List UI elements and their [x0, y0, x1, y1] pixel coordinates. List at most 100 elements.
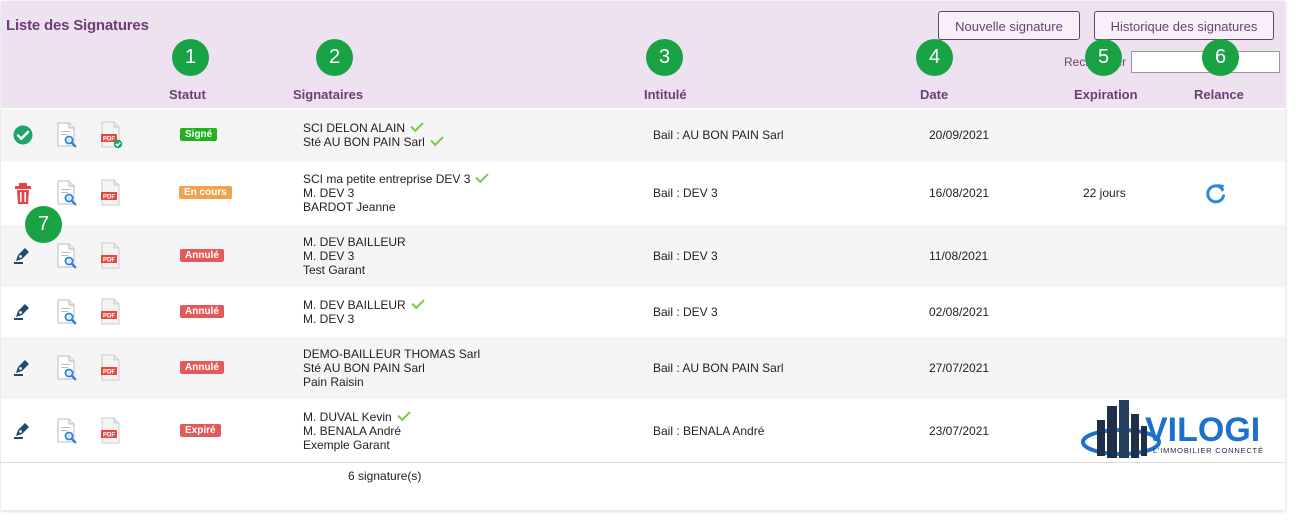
view-document-icon[interactable]	[55, 180, 79, 211]
status-badge: Annulé	[180, 249, 224, 262]
trash-icon[interactable]	[12, 182, 34, 211]
vilogi-logo: VILOGI L'IMMOBILIER CONNECTÉ	[1081, 400, 1264, 458]
column-header-intitule[interactable]: Intitulé	[644, 87, 687, 102]
signer-item: M. DUVAL Kevin	[303, 407, 411, 424]
pen-icon[interactable]	[12, 420, 32, 445]
annotation-marker-2: 2	[316, 39, 353, 76]
resend-reminder-icon[interactable]	[1204, 181, 1228, 210]
svg-text:PDF: PDF	[103, 137, 115, 143]
signer-name: Exemple Garant	[303, 437, 390, 452]
check-circle-icon[interactable]	[12, 124, 34, 151]
signer-item: SCI ma petite entreprise DEV 3	[303, 169, 490, 186]
signer-name: M. DEV 3	[303, 249, 355, 263]
signer-name: SCI DELON ALAIN	[303, 121, 406, 135]
signer-name: Sté AU BON PAIN Sarl	[303, 361, 425, 375]
table-row[interactable]: PDF En cours SCI ma petite entreprise DEV …	[1, 161, 1285, 225]
signed-check-icon	[410, 118, 424, 133]
signers-list: M. DUVAL Kevin M. BENALA André Exemple Gar…	[303, 407, 411, 452]
signers-list: DEMO-BAILLEUR THOMAS Sarl Sté AU BON PAIN…	[303, 347, 480, 389]
signer-item: Sté AU BON PAIN Sarl	[303, 361, 480, 375]
annotation-marker-7: 7	[25, 206, 62, 243]
signers-list: M. DEV BAILLEUR M. DEV 3 Test Garant	[303, 235, 406, 277]
signers-list: M. DEV BAILLEUR M. DEV 3	[303, 295, 425, 326]
column-header-signataires[interactable]: Signataires	[293, 87, 363, 102]
table-row[interactable]: PDF Annulé M. DEV BAILLEUR M. DEV 3 Bail : D…	[1, 287, 1285, 337]
status-badge: Expiré	[180, 423, 221, 437]
signer-item: SCI DELON ALAIN	[303, 118, 443, 135]
signed-check-icon	[396, 407, 411, 421]
pdf-icon[interactable]: PDF	[99, 242, 123, 275]
annotation-marker-3: 3	[646, 39, 683, 76]
svg-text:PDF: PDF	[103, 432, 115, 438]
svg-text:PDF: PDF	[103, 370, 115, 376]
signer-name: SCI ma petite entreprise DEV 3	[303, 172, 471, 186]
signer-item: M. DEV 3	[303, 186, 488, 200]
date-cell: 20/09/2021	[929, 128, 990, 142]
pdf-icon[interactable]: PDF	[99, 417, 123, 450]
annotation-marker-5: 5	[1085, 39, 1122, 76]
signer-item: M. DEV BAILLEUR	[303, 295, 425, 312]
signer-item: Sté AU BON PAIN Sarl	[303, 132, 444, 149]
intitule-cell: Bail : AU BON PAIN Sarl	[653, 128, 784, 142]
signer-name: M. DEV BAILLEUR	[303, 235, 406, 249]
annotation-marker-4: 4	[916, 39, 953, 76]
pdf-icon[interactable]: PDF	[99, 179, 123, 212]
signer-item: M. BENALA André	[303, 424, 410, 438]
signature-history-button[interactable]: Historique des signatures	[1094, 11, 1274, 40]
status-badge: Annulé	[180, 305, 224, 318]
svg-text:PDF: PDF	[103, 195, 115, 201]
column-header-expiration[interactable]: Expiration	[1074, 87, 1138, 102]
signers-list: SCI ma petite entreprise DEV 3 M. DEV 3 BA…	[303, 169, 490, 214]
logo-wordmark: VILOGI	[1145, 411, 1260, 449]
date-cell: 16/08/2021	[929, 186, 990, 200]
signer-name: M. DUVAL Kevin	[303, 409, 392, 424]
annotation-marker-6: 6	[1202, 39, 1239, 76]
table-row[interactable]: PDF Signé SCI DELON ALAIN Sté AU BON PAIN S…	[1, 109, 1285, 161]
date-cell: 23/07/2021	[929, 423, 990, 438]
column-header-relance[interactable]: Relance	[1194, 87, 1244, 102]
page-title: Liste des Signatures	[6, 17, 149, 34]
pen-icon[interactable]	[12, 245, 32, 270]
signer-name: DEMO-BAILLEUR THOMAS Sarl	[303, 347, 481, 361]
signer-name: Test Garant	[303, 263, 366, 277]
view-document-icon[interactable]	[55, 418, 79, 449]
view-document-icon[interactable]	[55, 122, 79, 153]
pdf-icon[interactable]: PDF	[99, 298, 123, 331]
status-badge: En cours	[179, 186, 232, 199]
date-cell: 02/08/2021	[929, 305, 990, 319]
date-cell: 11/08/2021	[929, 249, 989, 263]
signer-name: M. DEV BAILLEUR	[303, 298, 406, 312]
pen-icon[interactable]	[12, 301, 32, 326]
signer-item: M. DEV 3	[303, 249, 406, 263]
column-header-date[interactable]: Date	[920, 87, 948, 102]
panel-header: Liste des Signatures Nouvelle signature …	[1, 1, 1285, 108]
new-signature-button[interactable]: Nouvelle signature	[938, 11, 1080, 40]
table-row[interactable]: PDF Annulé DEMO-BAILLEUR THOMAS Sarl Sté AU…	[1, 337, 1285, 399]
pen-icon[interactable]	[12, 357, 32, 382]
signer-name: BARDOT Jeanne	[303, 200, 396, 214]
signer-name: Sté AU BON PAIN Sarl	[303, 135, 425, 149]
svg-text:PDF: PDF	[103, 258, 115, 264]
signer-item: M. DEV BAILLEUR	[303, 235, 406, 249]
view-document-icon[interactable]	[55, 355, 79, 386]
signed-check-icon	[410, 295, 425, 310]
signer-name: M. DEV 3	[303, 186, 355, 200]
signature-count: 6 signature(s)	[348, 469, 422, 483]
logo-tagline: L'IMMOBILIER CONNECTÉ	[1153, 446, 1264, 455]
signed-pdf-icon[interactable]: PDF	[99, 121, 123, 154]
intitule-cell: Bail : BENALA André	[653, 423, 765, 438]
pdf-icon[interactable]: PDF	[99, 354, 123, 387]
column-header-statut[interactable]: Statut	[169, 87, 206, 102]
table-row[interactable]: PDF Annulé M. DEV BAILLEUR M. DEV 3 Test Gar…	[1, 225, 1285, 287]
view-document-icon[interactable]	[55, 299, 79, 330]
expiration-cell: 22 jours	[1083, 186, 1126, 200]
signer-item: M. DEV 3	[303, 312, 424, 326]
annotation-marker-1: 1	[172, 39, 209, 76]
signer-name: M. DEV 3	[303, 312, 355, 326]
view-document-icon[interactable]	[55, 243, 79, 274]
signed-check-icon	[475, 169, 490, 184]
signer-name: Pain Raisin	[303, 375, 364, 389]
signers-list: SCI DELON ALAIN Sté AU BON PAIN Sarl	[303, 118, 444, 149]
signed-check-icon	[430, 132, 444, 147]
status-badge: Annulé	[180, 361, 224, 374]
